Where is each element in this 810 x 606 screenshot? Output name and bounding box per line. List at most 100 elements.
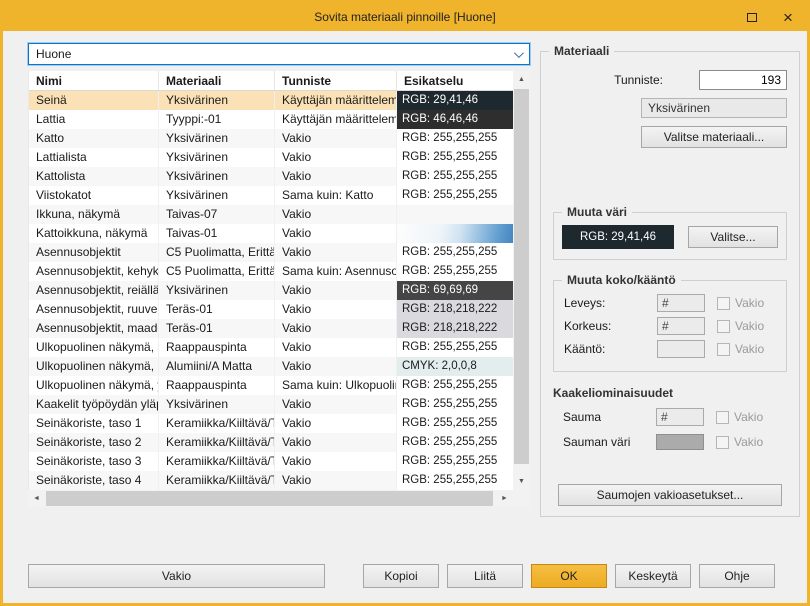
table-cell: Vakio [275, 148, 397, 167]
sauman-vari-vakio-label: Vakio [734, 435, 763, 449]
scroll-right-icon[interactable]: ► [496, 490, 513, 507]
table-row[interactable]: AsennusobjektitC5 Puolimatta, Erittäin p… [29, 243, 513, 262]
table-row[interactable]: Seinäkoriste, taso 3Keramiikka/Kiiltävä/… [29, 452, 513, 471]
table-cell: Ulkopuolinen näkymä, ikl [29, 357, 159, 376]
table-cell: Vakio [275, 205, 397, 224]
horizontal-scrollbar-thumb[interactable] [46, 491, 493, 506]
table-cell: C5 Puolimatta, Erittäin p [159, 262, 275, 281]
table-cell: Vakio [275, 224, 397, 243]
valitse-color-button[interactable]: Valitse... [688, 226, 778, 248]
table-cell: Yksivärinen [159, 129, 275, 148]
preview-swatch: RGB: 255,255,255 [397, 433, 513, 452]
window-title: Sovita materiaali pinnoille [Huone] [314, 10, 495, 24]
korkeus-input[interactable] [657, 317, 705, 335]
ohje-button[interactable]: Ohje [699, 564, 775, 588]
table-cell: Tyyppi:-01 [159, 110, 275, 129]
tunniste-input[interactable] [699, 70, 787, 90]
table-row[interactable]: Ulkopuolinen näkymä, yläRaappauspintaSam… [29, 376, 513, 395]
column-header-nimi[interactable]: Nimi [29, 71, 159, 90]
korkeus-row: Korkeus: Vakio [564, 317, 778, 335]
horizontal-scrollbar[interactable]: ◄ ► [28, 490, 513, 507]
table-row[interactable]: Asennusobjektit, kehykseC5 Puolimatta, E… [29, 262, 513, 281]
preview-swatch: RGB: 255,255,255 [397, 167, 513, 186]
kaanto-vakio-checkbox[interactable] [717, 343, 730, 356]
scroll-down-icon[interactable]: ▼ [513, 473, 530, 490]
materiaali-groupbox: Materiaali Tunniste: Yksivärinen Valitse… [540, 51, 800, 517]
vertical-scrollbar[interactable]: ▲ ▼ [513, 71, 530, 490]
table-cell: Seinä [29, 91, 159, 110]
table-cell: Vakio [275, 300, 397, 319]
maximize-button[interactable] [741, 6, 763, 28]
sauman-vari-swatch[interactable] [656, 434, 704, 450]
preview-swatch: RGB: 255,255,255 [397, 243, 513, 262]
surface-list-section: Huone Nimi Materiaali Tunniste Esikatsel… [28, 43, 530, 507]
table-row[interactable]: Ikkuna, näkymäTaivas-07Vakio [29, 205, 513, 224]
scroll-left-icon[interactable]: ◄ [28, 490, 45, 507]
preview-swatch: RGB: 255,255,255 [397, 452, 513, 471]
close-button[interactable]: × [777, 6, 799, 28]
materiaali-group-label: Materiaali [549, 44, 614, 58]
muuta-koko-group-label: Muuta koko/kääntö [562, 273, 681, 287]
valitse-materiaali-button[interactable]: Valitse materiaali... [641, 126, 787, 148]
dialog-body: Huone Nimi Materiaali Tunniste Esikatsel… [3, 31, 807, 555]
table-cell: Yksivärinen [159, 186, 275, 205]
column-header-tunniste[interactable]: Tunniste [275, 71, 397, 90]
table-row[interactable]: Seinäkoriste, taso 4Keramiikka/Kiiltävä/… [29, 471, 513, 490]
sauma-vakio-label: Vakio [734, 410, 763, 424]
table-row[interactable]: LattiaTyyppi:-01Käyttäjän määrittelemäRG… [29, 110, 513, 129]
table-row[interactable]: Asennusobjektit, maadoiTeräs-01VakioRGB:… [29, 319, 513, 338]
saumojen-vakioasetukset-button[interactable]: Saumojen vakioasetukset... [558, 484, 783, 506]
table-cell: Teräs-01 [159, 319, 275, 338]
table-cell: Raappauspinta [159, 338, 275, 357]
muuta-vari-groupbox: Muuta väri RGB: 29,41,46 Valitse... [553, 212, 787, 260]
table-row[interactable]: Kattoikkuna, näkymäTaivas-01Vakio [29, 224, 513, 243]
table-row[interactable]: Ulkopuolinen näkymä, sivRaappauspintaVak… [29, 338, 513, 357]
kaanto-input[interactable] [657, 340, 705, 358]
table-cell: Asennusobjektit, kehykse [29, 262, 159, 281]
scroll-up-icon[interactable]: ▲ [513, 71, 530, 88]
column-header-esikatselu[interactable]: Esikatselu [397, 71, 513, 90]
room-combobox[interactable]: Huone [28, 43, 530, 65]
vertical-scrollbar-thumb[interactable] [514, 89, 529, 464]
table-row[interactable]: KattolistaYksivärinenVakioRGB: 255,255,2… [29, 167, 513, 186]
table-row[interactable]: KattoYksivärinenVakioRGB: 255,255,255 [29, 129, 513, 148]
sauman-vari-vakio-checkbox[interactable] [716, 436, 729, 449]
table-row[interactable]: SeinäYksivärinenKäyttäjän määrittelemäRG… [29, 91, 513, 110]
table-row[interactable]: Kaakelit työpöydän yläpuYksivärinenVakio… [29, 395, 513, 414]
table-row[interactable]: Asennusobjektit, reiälläYksivärinenVakio… [29, 281, 513, 300]
korkeus-vakio-checkbox[interactable] [717, 320, 730, 333]
sauma-vakio-checkbox[interactable] [716, 411, 729, 424]
table-row[interactable]: Seinäkoriste, taso 2Keramiikka/Kiiltävä/… [29, 433, 513, 452]
table-cell: Taivas-01 [159, 224, 275, 243]
chevron-down-icon[interactable] [508, 51, 526, 58]
kopioi-button[interactable]: Kopioi [363, 564, 439, 588]
vakio-button[interactable]: Vakio [28, 564, 325, 588]
table-row[interactable]: LattialistaYksivärinenVakioRGB: 255,255,… [29, 148, 513, 167]
surface-table: Nimi Materiaali Tunniste Esikatselu Sein… [28, 71, 530, 507]
table-row[interactable]: Ulkopuolinen näkymä, iklAlumiini/A Matta… [29, 357, 513, 376]
table-cell: Kaakelit työpöydän yläpu [29, 395, 159, 414]
table-cell: Alumiini/A Matta [159, 357, 275, 376]
column-header-materiaali[interactable]: Materiaali [159, 71, 275, 90]
table-row[interactable]: Asennusobjektit, ruuveillTeräs-01VakioRG… [29, 300, 513, 319]
leveys-input[interactable] [657, 294, 705, 312]
table-cell: Keramiikka/Kiiltävä/Tyyp [159, 452, 275, 471]
preview-swatch [397, 205, 513, 224]
table-cell: Vakio [275, 243, 397, 262]
footer-bar: Vakio Kopioi Liitä OK Keskeytä Ohje [3, 555, 807, 603]
leveys-vakio-checkbox[interactable] [717, 297, 730, 310]
sauma-input[interactable] [656, 408, 704, 426]
table-cell: Seinäkoriste, taso 2 [29, 433, 159, 452]
table-cell: Seinäkoriste, taso 3 [29, 452, 159, 471]
liita-button[interactable]: Liitä [447, 564, 523, 588]
table-row[interactable]: Seinäkoriste, taso 1Keramiikka/Kiiltävä/… [29, 414, 513, 433]
keskeyta-button[interactable]: Keskeytä [615, 564, 691, 588]
korkeus-label: Korkeus: [564, 319, 657, 333]
ok-button[interactable]: OK [531, 564, 607, 588]
sauman-vari-row: Sauman väri Vakio [563, 434, 787, 450]
table-cell: Yksivärinen [159, 395, 275, 414]
table-cell: Keramiikka/Kiiltävä/Tyyp [159, 471, 275, 490]
tunniste-row: Tunniste: [553, 70, 787, 90]
preview-swatch: RGB: 255,255,255 [397, 262, 513, 281]
table-row[interactable]: ViistokatotYksivärinenSama kuin: KattoRG… [29, 186, 513, 205]
